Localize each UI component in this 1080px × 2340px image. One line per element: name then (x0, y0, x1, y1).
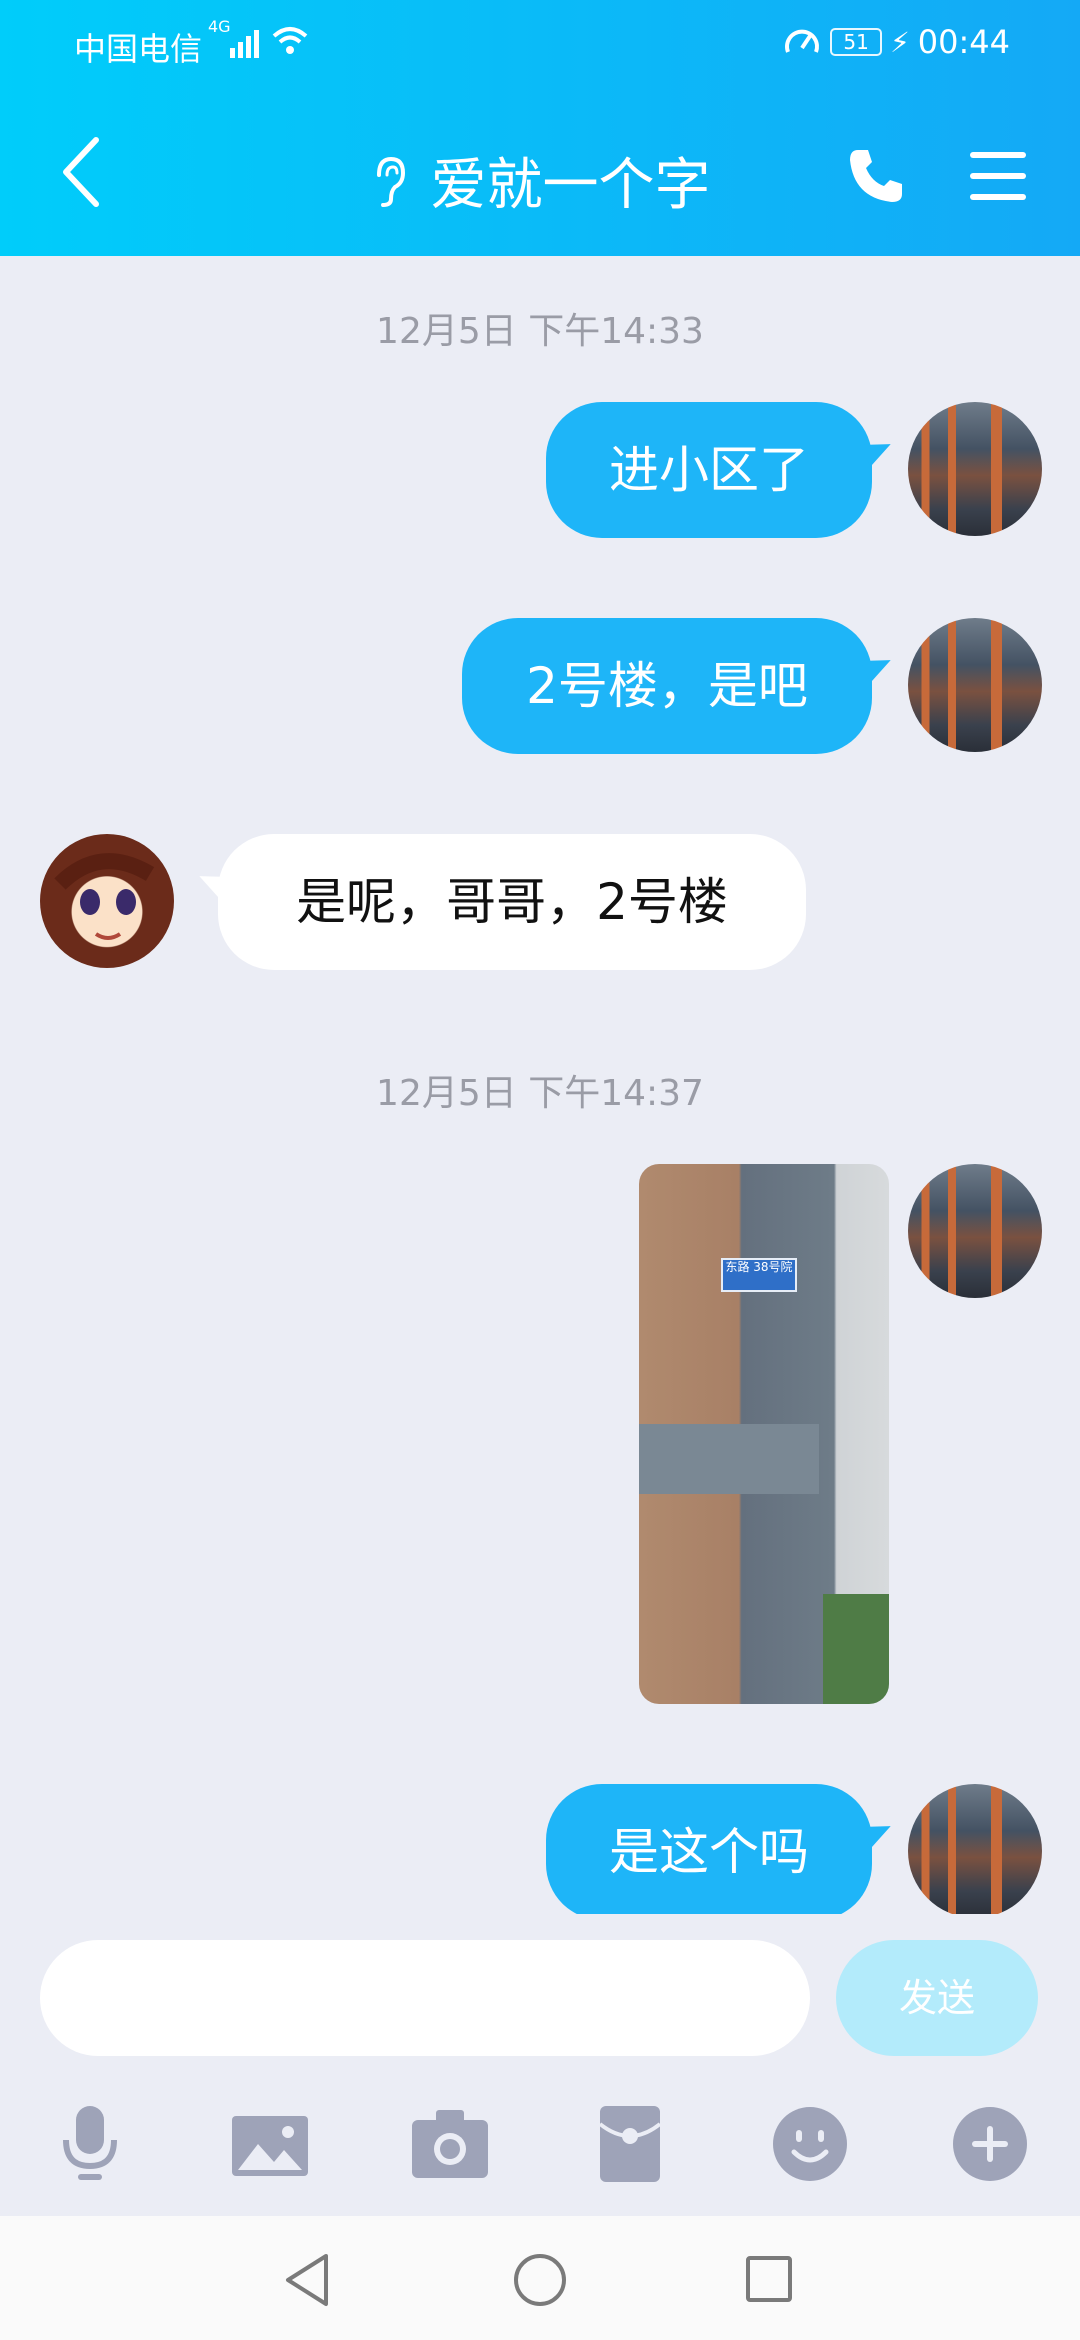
phone-call-button[interactable] (844, 144, 908, 208)
my-avatar[interactable] (908, 1784, 1042, 1914)
data-speed-icon (785, 29, 820, 53)
wifi-icon (272, 27, 308, 54)
send-button[interactable]: 发送 (836, 1940, 1038, 2056)
status-bar: 中国电信 4G 51 ⚡ 00:44 (0, 0, 1080, 88)
contact-avatar[interactable] (40, 834, 174, 968)
message-timestamp: 12月5日 下午14:33 (376, 311, 704, 352)
charging-icon: ⚡ (890, 25, 910, 59)
my-avatar[interactable] (908, 618, 1042, 752)
message-bubble-outgoing[interactable]: 是这个吗 (546, 1784, 872, 1914)
message-bubble-outgoing[interactable]: 2号楼，是吧 (462, 618, 872, 754)
red-packet-icon[interactable] (590, 2104, 670, 2184)
microphone-icon[interactable] (50, 2104, 130, 2184)
my-avatar[interactable] (908, 1164, 1042, 1298)
camera-icon[interactable] (410, 2104, 490, 2184)
picture-icon[interactable] (230, 2104, 310, 2184)
my-avatar[interactable] (908, 402, 1042, 536)
cartoon-girl-icon (54, 853, 155, 940)
earpiece-mode-icon[interactable] (369, 153, 409, 209)
message-bubble-incoming[interactable]: 是呢，哥哥，2号楼 (218, 834, 806, 970)
status-time: 00:44 (917, 23, 1010, 61)
photo-wall-band (639, 1424, 819, 1494)
menu-button[interactable] (966, 144, 1030, 208)
message-input[interactable] (40, 1940, 810, 2056)
composer: 发送 (0, 1914, 1080, 2104)
nav-home-icon[interactable] (512, 2252, 568, 2308)
battery-indicator: 51 (830, 28, 883, 56)
message-list[interactable]: 12月5日 下午14:33 进小区了 2号楼，是吧 是呢，哥哥，2号楼 12月5… (0, 256, 1080, 1914)
carrier-label: 中国电信 (74, 30, 203, 68)
photo-shrubs (823, 1594, 889, 1704)
photo-street-sign: 东路 38号院 (721, 1258, 797, 1292)
chat-title: 爱就一个字 (430, 153, 711, 218)
emoji-icon[interactable] (770, 2104, 850, 2184)
nav-recents-icon[interactable] (744, 2254, 794, 2304)
message-bubble-outgoing[interactable]: 进小区了 (546, 402, 872, 538)
signal-icon (230, 30, 259, 58)
chat-header: 中国电信 4G 51 ⚡ 00:44 爱就一个字 (0, 0, 1080, 256)
nav-back-icon[interactable] (282, 2252, 332, 2308)
plus-icon[interactable] (950, 2104, 1030, 2184)
system-navigation-bar (0, 2216, 1080, 2340)
message-timestamp: 12月5日 下午14:37 (376, 1073, 704, 1114)
chat-toolbar (0, 2104, 1080, 2216)
image-message[interactable]: 东路 38号院 (639, 1164, 889, 1704)
